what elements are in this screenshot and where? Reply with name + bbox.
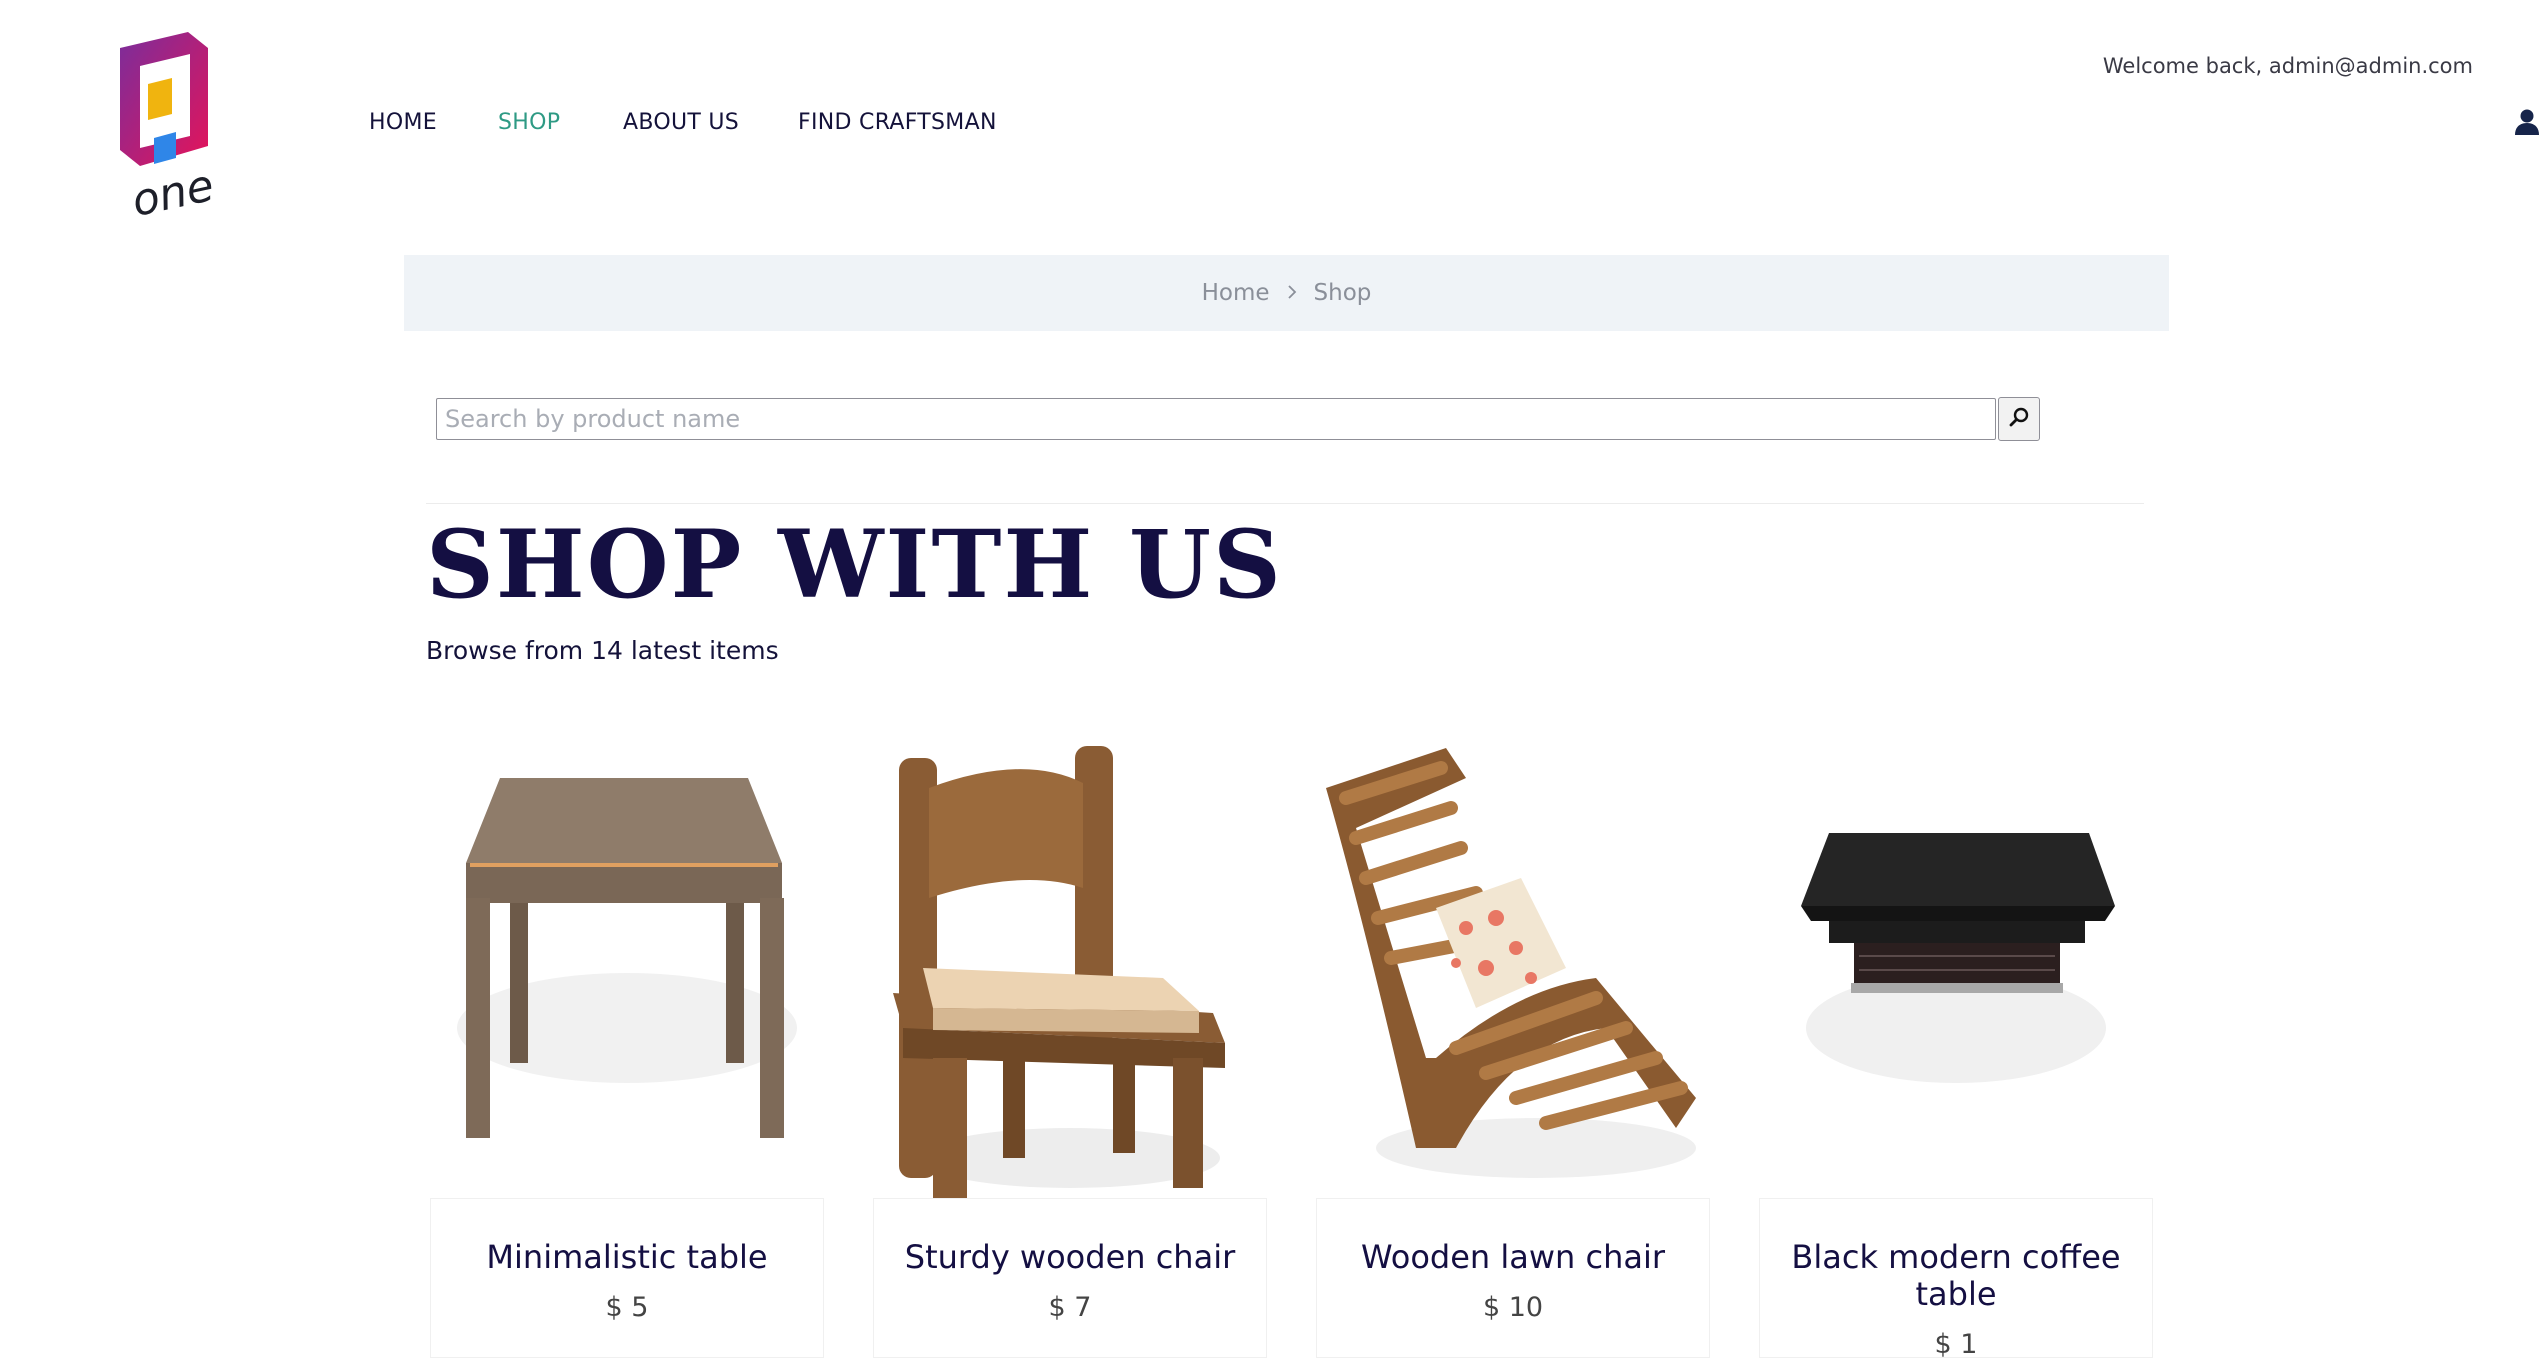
- chevron-right-icon: [1286, 281, 1298, 305]
- search-button[interactable]: [1998, 397, 2040, 441]
- breadcrumb-home[interactable]: Home: [1202, 280, 1270, 306]
- table-image[interactable]: [430, 728, 824, 1208]
- brand-logo[interactable]: one: [110, 28, 220, 228]
- product-price: $ 7: [1048, 1292, 1092, 1323]
- breadcrumb: Home Shop: [404, 255, 2169, 331]
- product-name[interactable]: Sturdy wooden chair: [874, 1239, 1266, 1276]
- page-subtitle: Browse from 14 latest items: [426, 636, 779, 665]
- nav-about-us[interactable]: ABOUT US: [623, 110, 739, 135]
- product-card[interactable]: Wooden lawn chair $ 10: [1316, 728, 1710, 1358]
- product-price: $ 10: [1482, 1292, 1544, 1323]
- product-card[interactable]: Minimalistic table $ 5: [430, 728, 824, 1358]
- coffee-table-image[interactable]: [1759, 728, 2153, 1208]
- search-icon: [2008, 406, 2030, 432]
- breadcrumb-current: Shop: [1313, 280, 1372, 306]
- product-name[interactable]: Minimalistic table: [431, 1239, 823, 1276]
- chair-image[interactable]: [873, 728, 1267, 1208]
- nav-home[interactable]: HOME: [369, 110, 437, 135]
- product-card[interactable]: Black modern coffee table $ 1: [1759, 728, 2153, 1360]
- product-name[interactable]: Black modern coffee table: [1760, 1239, 2152, 1313]
- search-input[interactable]: [436, 398, 1996, 440]
- lawn-chair-image[interactable]: [1316, 728, 1710, 1208]
- product-info[interactable]: Black modern coffee table $ 1: [1759, 1198, 2153, 1360]
- product-card[interactable]: Sturdy wooden chair $ 7: [873, 728, 1267, 1358]
- product-info[interactable]: Sturdy wooden chair $ 7: [873, 1198, 1267, 1358]
- welcome-message: Welcome back, admin@admin.com: [2102, 54, 2473, 78]
- product-info[interactable]: Minimalistic table $ 5: [430, 1198, 824, 1358]
- nav-shop[interactable]: SHOP: [498, 110, 560, 135]
- page-title: SHOP WITH US: [426, 510, 1283, 620]
- user-icon[interactable]: [2513, 108, 2541, 136]
- product-price: $ 1: [1934, 1329, 1978, 1360]
- product-name[interactable]: Wooden lawn chair: [1317, 1239, 1709, 1276]
- product-price: $ 5: [605, 1292, 649, 1323]
- product-info[interactable]: Wooden lawn chair $ 10: [1316, 1198, 1710, 1358]
- section-divider: [426, 503, 2144, 504]
- nav-find-craftsman[interactable]: FIND CRAFTSMAN: [798, 110, 997, 135]
